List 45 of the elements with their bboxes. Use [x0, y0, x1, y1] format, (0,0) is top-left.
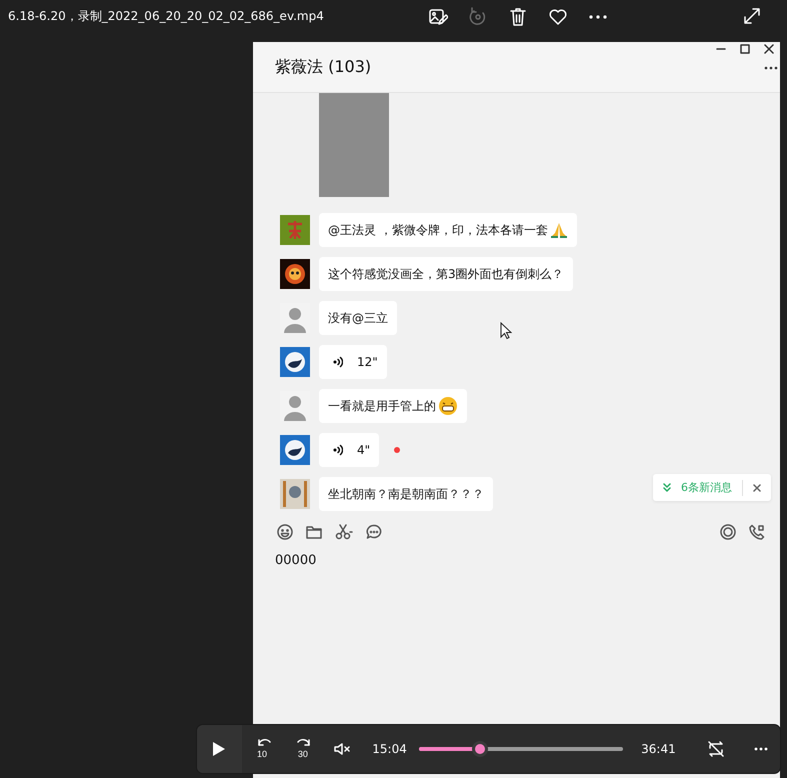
message-bubble: @王法灵 ，紫微令牌，印，法本各请一套: [319, 213, 577, 247]
edit-image-icon[interactable]: [428, 6, 448, 26]
seek-bar[interactable]: [418, 741, 624, 757]
scroll-avatar[interactable]: [280, 479, 310, 509]
elapsed-time: 15:04: [372, 742, 407, 756]
close-icon[interactable]: [753, 484, 761, 492]
seek-handle[interactable]: [472, 741, 488, 757]
grinning-emoji-icon: [438, 396, 458, 416]
fullscreen-icon[interactable]: [743, 7, 761, 25]
tile-avatar[interactable]: [280, 215, 310, 245]
folder-icon[interactable]: [306, 524, 322, 540]
ink-circle-avatar[interactable]: [280, 347, 310, 377]
fire-avatar[interactable]: [280, 259, 310, 289]
delete-icon[interactable]: [508, 6, 528, 26]
close-icon[interactable]: [764, 44, 774, 54]
window-title: 6.18-6.20，录制_2022_06_20_20_02_02_686_ev.mp4: [8, 8, 325, 25]
voice-wave-icon: [333, 356, 343, 368]
heart-icon[interactable]: [548, 6, 568, 26]
scissors-icon[interactable]: [335, 524, 353, 540]
mouse-cursor-icon: [500, 322, 512, 340]
message-bubble: 一看就是用手管上的: [319, 389, 467, 423]
message-input[interactable]: 00000: [275, 553, 745, 568]
message-bubble: 这个符感觉没画全，第3圈外面也有倒刺么？: [319, 257, 573, 291]
total-time: 36:41: [641, 742, 676, 756]
voice-message[interactable]: 12": [319, 345, 387, 379]
maximize-icon[interactable]: [740, 44, 750, 54]
praying-hands-emoji-icon: [550, 221, 568, 239]
rewind-button[interactable]: 10: [242, 725, 282, 773]
voice-wave-icon: [333, 444, 343, 456]
more-icon[interactable]: [764, 66, 778, 70]
forward-button[interactable]: 30: [282, 725, 324, 773]
play-button[interactable]: [197, 725, 242, 773]
voice-message[interactable]: 4": [319, 433, 380, 467]
more-icon[interactable]: [754, 747, 768, 751]
ink-circle-avatar[interactable]: [280, 435, 310, 465]
message-bubble: 坐北朝南？南是朝南面？？？: [319, 477, 493, 511]
double-chevron-down-icon: [663, 482, 671, 492]
phone-icon[interactable]: [749, 524, 765, 540]
chat-bubble-icon[interactable]: [366, 524, 382, 540]
message-bubble: 没有@三立: [319, 301, 397, 335]
emoji-icon[interactable]: [277, 524, 293, 540]
muted-speaker-icon: [334, 742, 352, 756]
repeat-off-icon: [707, 740, 726, 758]
play-icon: [212, 741, 226, 757]
chat-title: 紫薇法 (103): [275, 56, 372, 78]
